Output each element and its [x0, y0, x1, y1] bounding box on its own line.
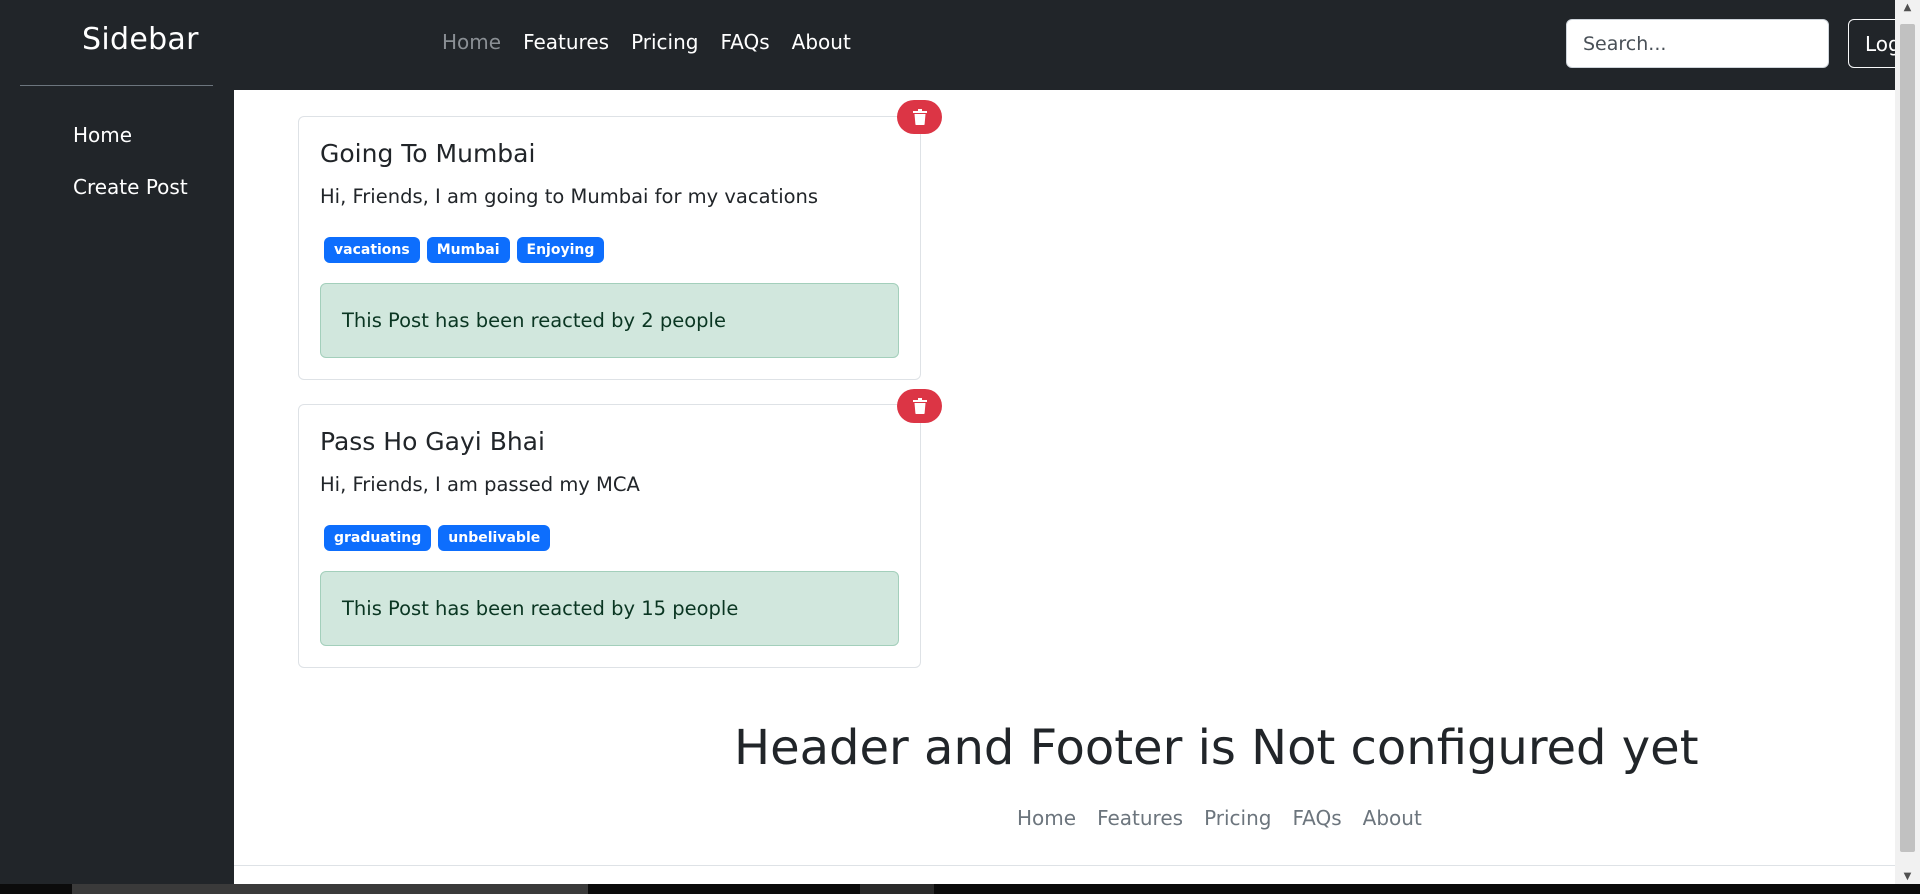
post-body: Hi, Friends, I am going to Mumbai for my… [320, 185, 819, 208]
footer-home-link[interactable]: Home [1017, 806, 1076, 830]
delete-post-button[interactable] [897, 389, 942, 423]
tag-badge: Mumbai [426, 237, 510, 263]
tag-badge: Enjoying [516, 237, 605, 263]
footer-features-link[interactable]: Features [1097, 806, 1183, 830]
tag-badge: vacations [324, 237, 420, 263]
tag-badge: unbelivable [438, 525, 551, 551]
post-title: Going To Mumbai [320, 139, 536, 168]
horizontal-scrollbar[interactable] [0, 884, 1920, 894]
reaction-alert: This Post has been reacted by 15 people [320, 571, 899, 646]
footer-nav: Home Features Pricing FAQs About [1017, 806, 1443, 830]
post-title: Pass Ho Gayi Bhai [320, 427, 545, 456]
search-input[interactable] [1566, 19, 1829, 68]
delete-post-button[interactable] [897, 100, 942, 134]
nav-home-link[interactable]: Home [442, 30, 501, 54]
trash-icon [912, 398, 927, 414]
post-tags: graduating unbelivable [324, 525, 557, 551]
nav-faqs-link[interactable]: FAQs [720, 30, 769, 54]
footer-divider [234, 865, 1895, 866]
sidebar: Sidebar Home Create Post [0, 0, 234, 884]
post-tags: vacations Mumbai Enjoying [324, 237, 611, 263]
tag-badge: graduating [324, 525, 432, 551]
vertical-scrollbar[interactable]: ▲ ▼ [1895, 0, 1920, 884]
top-nav: Home Features Pricing FAQs About [442, 30, 873, 54]
footer-pricing-link[interactable]: Pricing [1204, 806, 1271, 830]
footer-about-link[interactable]: About [1363, 806, 1422, 830]
sidebar-item-create-post[interactable]: Create Post [73, 170, 188, 222]
welcome-heading: Header and Footer is Not configured yet [734, 720, 1699, 776]
trash-icon [912, 109, 927, 125]
horizontal-scrollbar-thumb[interactable] [72, 884, 588, 894]
nav-pricing-link[interactable]: Pricing [631, 30, 698, 54]
scrollbar-thumb[interactable] [1900, 24, 1915, 852]
sidebar-divider [20, 85, 213, 86]
taskbar-segment [860, 884, 934, 894]
post-card: Going To Mumbai Hi, Friends, I am going … [298, 116, 921, 380]
scroll-down-arrow-icon[interactable]: ▼ [1895, 871, 1920, 882]
top-navbar: Home Features Pricing FAQs About Login [234, 0, 1920, 90]
nav-about-link[interactable]: About [792, 30, 851, 54]
sidebar-nav: Home Create Post [73, 118, 188, 222]
sidebar-item-home[interactable]: Home [73, 118, 188, 170]
reaction-alert: This Post has been reacted by 2 people [320, 283, 899, 358]
post-body: Hi, Friends, I am passed my MCA [320, 473, 640, 496]
footer-faqs-link[interactable]: FAQs [1292, 806, 1341, 830]
nav-features-link[interactable]: Features [523, 30, 609, 54]
post-card: Pass Ho Gayi Bhai Hi, Friends, I am pass… [298, 404, 921, 668]
scroll-up-arrow-icon[interactable]: ▲ [1895, 2, 1920, 13]
sidebar-title: Sidebar [82, 22, 199, 57]
